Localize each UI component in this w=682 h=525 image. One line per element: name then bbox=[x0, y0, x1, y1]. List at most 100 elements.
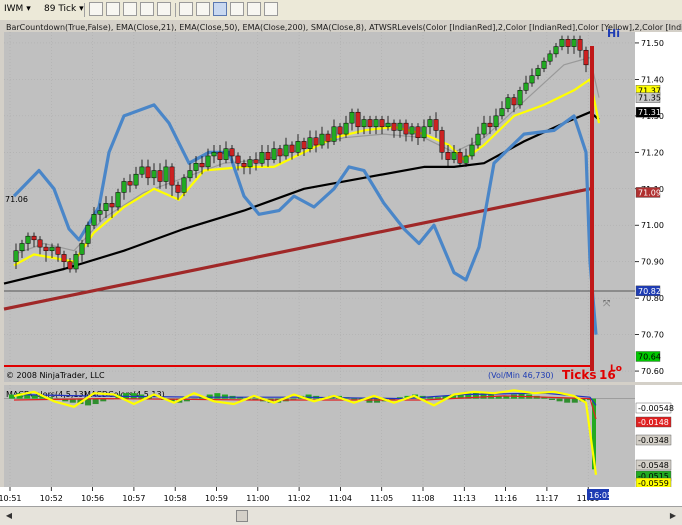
candle-body bbox=[235, 155, 241, 164]
macd-hist-bar bbox=[548, 398, 555, 400]
price-axis[interactable] bbox=[635, 32, 682, 382]
candle-body bbox=[535, 68, 541, 76]
candle-body bbox=[421, 126, 427, 138]
properties-icon[interactable] bbox=[157, 2, 171, 16]
candle-body bbox=[295, 141, 301, 153]
hi-label: Hi bbox=[607, 27, 620, 40]
candle-body bbox=[145, 166, 151, 179]
crosshair-icon[interactable] bbox=[179, 2, 193, 16]
candle-body bbox=[361, 119, 367, 128]
candle-body bbox=[517, 90, 523, 106]
candle-body bbox=[103, 203, 109, 211]
panel-splitter[interactable] bbox=[4, 382, 682, 385]
drawing-icon[interactable] bbox=[230, 2, 244, 16]
time-label: 10:58 bbox=[164, 494, 187, 503]
candle-body bbox=[355, 111, 361, 128]
candle-body bbox=[193, 163, 199, 171]
candle-body bbox=[115, 192, 121, 208]
price-tick-label: 71.40 bbox=[641, 75, 664, 84]
snapshot-icon[interactable] bbox=[247, 2, 261, 16]
candle-body bbox=[373, 119, 379, 128]
candle-body bbox=[151, 170, 157, 179]
candle-body bbox=[163, 166, 169, 182]
bar-style-icon[interactable] bbox=[89, 2, 103, 16]
candle-body bbox=[409, 126, 415, 135]
price-tag-text: 71.09 bbox=[638, 188, 661, 197]
candle-body bbox=[271, 148, 277, 160]
indicator-list: BarCountdown(True,False), EMA(Close,21),… bbox=[6, 23, 682, 32]
candle-body bbox=[169, 166, 175, 186]
candle-body bbox=[571, 39, 577, 47]
candle-body bbox=[55, 246, 61, 255]
candle-body bbox=[205, 155, 211, 168]
candle-body bbox=[487, 122, 493, 128]
candle-body bbox=[457, 152, 463, 164]
macd-tag-text: -0.0548 bbox=[638, 461, 669, 470]
toolbar-separator bbox=[84, 3, 85, 17]
macd-hist-bar bbox=[571, 398, 578, 403]
time-label: 11:02 bbox=[288, 494, 311, 503]
price-tick-label: 70.70 bbox=[641, 331, 664, 340]
candle-body bbox=[553, 46, 559, 55]
candle-body bbox=[499, 108, 505, 117]
candle-body bbox=[451, 152, 457, 160]
candle-body bbox=[475, 133, 481, 146]
chart-toolbar: IWM ▾ 89 Tick ▾ bbox=[0, 0, 682, 21]
instrument-selector[interactable]: IWM ▾ bbox=[4, 2, 31, 17]
candle-body bbox=[85, 224, 91, 244]
left-price-marker: 71.06 bbox=[5, 195, 28, 204]
candle-body bbox=[541, 60, 547, 69]
price-tag-text: 70.64 bbox=[638, 352, 661, 361]
candle-body bbox=[289, 144, 295, 153]
candle-body bbox=[301, 141, 307, 149]
candle-body bbox=[493, 115, 499, 128]
macd-hist-bar bbox=[351, 398, 358, 400]
candle-body bbox=[277, 148, 283, 157]
candle-body bbox=[415, 126, 421, 138]
crosshair-marker-icon: ⤧ bbox=[603, 298, 610, 309]
candle-body bbox=[199, 163, 205, 168]
zoom-out-icon[interactable] bbox=[140, 2, 154, 16]
time-label: 11:00 bbox=[246, 494, 269, 503]
interval-selector[interactable]: 89 Tick ▾ bbox=[44, 2, 84, 17]
candle-body bbox=[121, 181, 127, 193]
price-tick-label: 70.60 bbox=[641, 367, 664, 376]
candle-body bbox=[439, 130, 445, 153]
options-icon[interactable] bbox=[264, 2, 278, 16]
candle-body bbox=[403, 122, 409, 135]
candle-body bbox=[391, 122, 397, 131]
macd-hist-bar bbox=[434, 397, 441, 399]
candle-body bbox=[325, 133, 331, 142]
countdown-bar bbox=[590, 46, 594, 371]
candle-body bbox=[49, 246, 55, 252]
candle-body bbox=[523, 82, 529, 91]
candle-body bbox=[19, 243, 25, 251]
zoom-in-icon[interactable] bbox=[123, 2, 137, 16]
horizontal-scrollbar[interactable]: ◀ ▶ bbox=[0, 506, 682, 525]
time-label: 10:59 bbox=[205, 494, 228, 503]
candle-body bbox=[529, 75, 535, 84]
candle-body bbox=[73, 254, 79, 270]
data-box-icon[interactable] bbox=[213, 2, 227, 16]
candle-body bbox=[259, 152, 265, 164]
candle-body bbox=[313, 137, 319, 146]
scrollbar-thumb[interactable] bbox=[236, 510, 248, 522]
macd-hist-bar bbox=[92, 398, 99, 405]
candle-body bbox=[397, 122, 403, 131]
candle-body bbox=[223, 148, 229, 160]
candle-body bbox=[337, 126, 343, 135]
vol-min-text: (Vol/Min 46,730) bbox=[488, 371, 554, 380]
chart-area[interactable]: BarCountdown(True,False), EMA(Close,21),… bbox=[0, 20, 682, 506]
candle-body bbox=[67, 261, 73, 270]
instrument-label: IWM bbox=[4, 4, 24, 14]
candle-body bbox=[283, 144, 289, 157]
candle-body bbox=[241, 163, 247, 168]
scroll-right-icon[interactable]: ▶ bbox=[666, 509, 680, 523]
chart-trader-icon[interactable] bbox=[196, 2, 210, 16]
time-label: 11:05 bbox=[370, 494, 393, 503]
candle-body bbox=[565, 39, 571, 47]
scroll-left-icon[interactable]: ◀ bbox=[2, 509, 16, 523]
candle-body bbox=[577, 39, 583, 51]
time-label: 10:52 bbox=[40, 494, 63, 503]
candle-style-icon[interactable] bbox=[106, 2, 120, 16]
